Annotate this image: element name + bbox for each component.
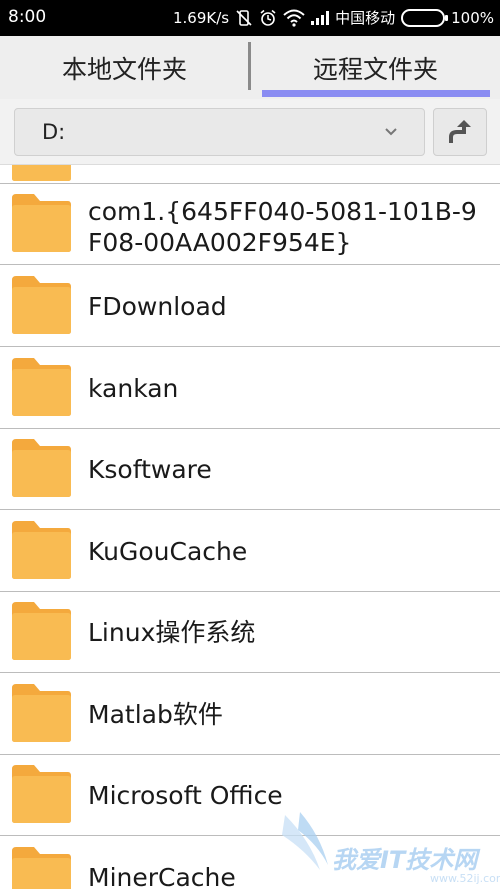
list-item[interactable]: Linux操作系统 [0, 592, 500, 673]
folder-icon [12, 194, 71, 252]
parent-folder-button[interactable] [433, 108, 487, 156]
list-item[interactable]: KuGouCache [0, 511, 500, 592]
folder-icon [12, 602, 71, 660]
folder-name: FDownload [88, 292, 227, 321]
list-item[interactable]: kankan [0, 348, 500, 429]
carrier-name: 中国移动 [335, 9, 396, 27]
signal-icon [311, 10, 330, 25]
folder-name: Ksoftware [88, 455, 212, 484]
folder-icon [12, 439, 71, 497]
alarm-icon [260, 9, 276, 26]
folder-icon [12, 521, 71, 579]
folder-name: com1.{645FF040-5081-101B-9F08-00AA002F95… [88, 197, 477, 257]
folder-icon [12, 276, 71, 334]
watermark-text: 我爱IT技术网 [332, 846, 478, 874]
folder-icon [12, 358, 71, 416]
list-item[interactable]: FDownload [0, 266, 500, 347]
folder-name: Linux操作系统 [88, 618, 256, 647]
folder-name: MinerCache [88, 863, 236, 889]
battery-icon [401, 8, 449, 27]
arrow-up-icon [449, 120, 471, 143]
folder-name: Matlab软件 [88, 700, 223, 729]
tab-local-folder[interactable]: 本地文件夹 [0, 36, 249, 99]
folder-name: KuGouCache [88, 537, 248, 566]
folder-name: kankan [88, 374, 179, 403]
folder-icon [12, 847, 71, 889]
list-item[interactable]: Matlab软件 [0, 674, 500, 755]
active-tab-indicator [262, 90, 490, 97]
list-item-partial[interactable] [0, 165, 500, 184]
battery-percent: 100% [451, 8, 494, 27]
status-bar: 8:00 1.69K/s 中国移动 100% [0, 0, 500, 36]
chevron-down-icon [385, 128, 397, 136]
status-time: 8:00 [8, 7, 47, 27]
folder-icon [12, 765, 71, 823]
wifi-icon [283, 9, 305, 27]
watermark-url: www.52ij.com [430, 872, 500, 885]
folder-icon [12, 165, 71, 181]
list-item[interactable]: com1.{645FF040-5081-101B-9F08-00AA002F95… [0, 184, 500, 265]
folder-list: com1.{645FF040-5081-101B-9F08-00AA002F95… [0, 165, 500, 889]
folder-name: Microsoft Office [88, 781, 283, 810]
folder-tabs: 本地文件夹 远程文件夹 [0, 36, 500, 99]
network-speed: 1.69K/s [172, 8, 230, 27]
path-dropdown[interactable]: D: [14, 108, 425, 156]
folder-icon [12, 684, 71, 742]
site-watermark: 我爱IT技术网 www.52ij.com [280, 810, 500, 889]
vibrate-off-icon [236, 9, 252, 26]
list-item[interactable]: Ksoftware [0, 429, 500, 510]
path-value: D: [42, 120, 66, 144]
path-toolbar: D: [0, 99, 500, 165]
